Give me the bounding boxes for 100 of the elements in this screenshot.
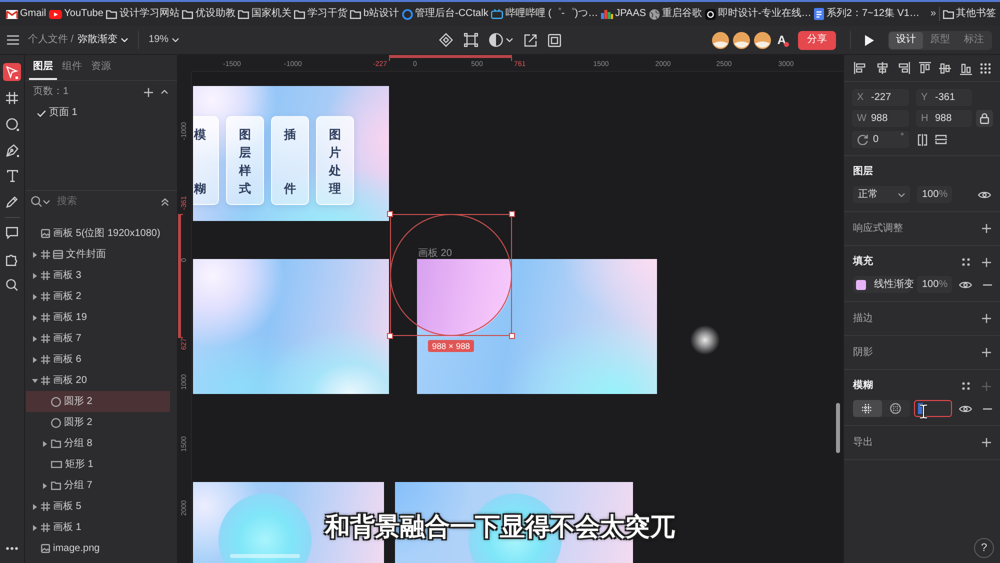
tool-button[interactable] [3, 224, 21, 242]
caret-down-icon[interactable] [32, 378, 38, 382]
bookmark-link[interactable]: 即时设计-专业在线… [705, 8, 812, 20]
plus-icon[interactable] [982, 438, 991, 447]
plus-icon[interactable] [982, 224, 991, 233]
more-icon[interactable] [6, 547, 18, 550]
bookmark-link[interactable]: 系列2：7~12集 V1… [814, 8, 920, 20]
align-left-icon[interactable] [854, 62, 867, 74]
number-field[interactable]: H 988 [916, 110, 972, 127]
dots-grid-icon[interactable] [962, 258, 970, 266]
bookmark-link[interactable]: 其他书签 [943, 8, 996, 20]
blend-mode-dropdown[interactable]: 正常 [853, 186, 910, 203]
caret-right-icon[interactable] [43, 440, 47, 446]
resize-handle[interactable] [387, 333, 393, 339]
layer-item[interactable]: 画板 5(位图 1920x1080) [26, 223, 170, 244]
layer-item[interactable]: 画板 20 [26, 370, 170, 391]
resize-handle[interactable] [387, 211, 393, 217]
caret-right-icon[interactable] [33, 336, 37, 342]
breadcrumb-link[interactable]: 个人文件 / [28, 34, 74, 46]
caret-right-icon[interactable] [33, 314, 37, 320]
layer-item[interactable]: 矩形 1 [26, 454, 170, 475]
bookmark-link[interactable]: YouTube [49, 8, 104, 20]
lock-button[interactable] [976, 110, 993, 127]
eye-icon[interactable] [959, 280, 972, 288]
frame-icon[interactable] [464, 33, 478, 47]
layer-item[interactable]: 圆形 2 [26, 412, 170, 433]
align-vertical-center-icon[interactable] [939, 62, 951, 74]
align-bottom-icon[interactable] [960, 62, 972, 74]
number-field[interactable]: 0 ° [852, 131, 909, 148]
caret-right-icon[interactable] [33, 504, 37, 510]
page-item[interactable]: 页面 1 [25, 103, 177, 123]
bookmark-link[interactable]: Gmail [6, 8, 46, 20]
chevron-up-icon[interactable] [161, 90, 168, 94]
component-icon[interactable] [438, 33, 452, 47]
bookmark-link[interactable]: b站设计 [350, 8, 399, 20]
align-horizontal-center-icon[interactable] [876, 62, 888, 74]
caret-right-icon[interactable] [33, 252, 37, 258]
caret-right-icon[interactable] [33, 356, 37, 362]
bookmark-link[interactable]: 设计学习网站 [106, 8, 180, 20]
align-right-icon[interactable] [897, 62, 910, 74]
half-circle-icon[interactable] [488, 33, 502, 47]
panel-tab[interactable]: 组件 [58, 55, 86, 80]
caret-right-icon[interactable] [33, 294, 37, 300]
layer-item[interactable]: 文件封面 [26, 244, 170, 265]
bookmark-link[interactable]: 优设助教 [182, 8, 236, 20]
share-button[interactable]: 分享 [798, 30, 836, 50]
zoom-dropdown[interactable]: 19% [148, 34, 179, 46]
resize-handle[interactable] [509, 333, 515, 339]
collapse-icon[interactable] [161, 198, 169, 206]
number-field[interactable]: X -227 [852, 89, 909, 106]
bookmarks-overflow-button[interactable]: » [930, 8, 936, 20]
caret-right-icon[interactable] [33, 524, 37, 530]
minus-icon[interactable] [983, 408, 992, 410]
number-field[interactable]: Y -361 [916, 89, 972, 106]
layer-item[interactable]: image.png [26, 538, 170, 559]
nested-square-icon[interactable] [548, 34, 560, 46]
avatar-icon[interactable] [733, 32, 750, 48]
bookmark-link[interactable]: 国家机关 [238, 8, 292, 20]
font-button[interactable]: A [775, 32, 790, 48]
plus-icon[interactable] [982, 348, 991, 357]
layer-item[interactable]: 画板 1 [26, 517, 170, 538]
panel-tab[interactable]: 资源 [87, 55, 115, 80]
tool-button[interactable] [3, 63, 21, 81]
avatar-icon[interactable] [712, 32, 730, 48]
bookmark-link[interactable]: 重启谷歌 [649, 8, 702, 20]
bookmark-link[interactable]: 管理后台-CCtalk [402, 8, 488, 20]
bookmark-link[interactable]: 学习干货 [294, 8, 348, 20]
plus-icon[interactable] [982, 314, 991, 323]
layer-item[interactable]: 画板 3 [26, 265, 170, 286]
opacity-field[interactable]: 100% [917, 186, 952, 203]
align-top-icon[interactable] [918, 62, 930, 74]
layer-item[interactable]: 画板 6 [26, 349, 170, 370]
opacity-field[interactable]: 100% [917, 276, 952, 293]
minus-icon[interactable] [983, 284, 992, 286]
help-button[interactable]: ? [974, 538, 994, 558]
caret-right-icon[interactable] [33, 272, 37, 278]
file-name-dropdown[interactable]: 弥散渐变 [78, 34, 128, 46]
play-icon[interactable] [865, 34, 874, 46]
eye-icon[interactable] [959, 404, 972, 412]
swatch-icon[interactable] [856, 280, 866, 290]
dots-grid-icon[interactable] [962, 382, 970, 390]
blur-mode-button[interactable] [853, 400, 882, 417]
layer-item[interactable]: 画板 19 [26, 307, 170, 328]
layer-item[interactable]: 分组 7 [26, 475, 170, 496]
menu-icon[interactable] [7, 35, 19, 45]
layer-item[interactable]: 分组 8 [26, 433, 170, 454]
export-icon[interactable] [524, 34, 536, 46]
mode-tab[interactable]: 标注 [957, 32, 991, 48]
caret-right-icon[interactable] [43, 482, 47, 488]
chevron-down-icon[interactable] [43, 200, 50, 204]
mode-tab[interactable]: 设计 [889, 32, 923, 48]
resize-handle[interactable] [509, 211, 515, 217]
search-field[interactable]: 搜索 [57, 194, 137, 210]
blur-amount-field[interactable] [914, 400, 952, 417]
tool-button[interactable] [3, 115, 21, 133]
mode-tab[interactable]: 原型 [923, 32, 957, 48]
plus-icon[interactable] [982, 258, 991, 266]
chevron-down-icon[interactable] [506, 38, 512, 42]
layer-item[interactable]: 画板 5 [26, 496, 170, 517]
layer-item[interactable]: 圆形 2 [26, 391, 170, 412]
